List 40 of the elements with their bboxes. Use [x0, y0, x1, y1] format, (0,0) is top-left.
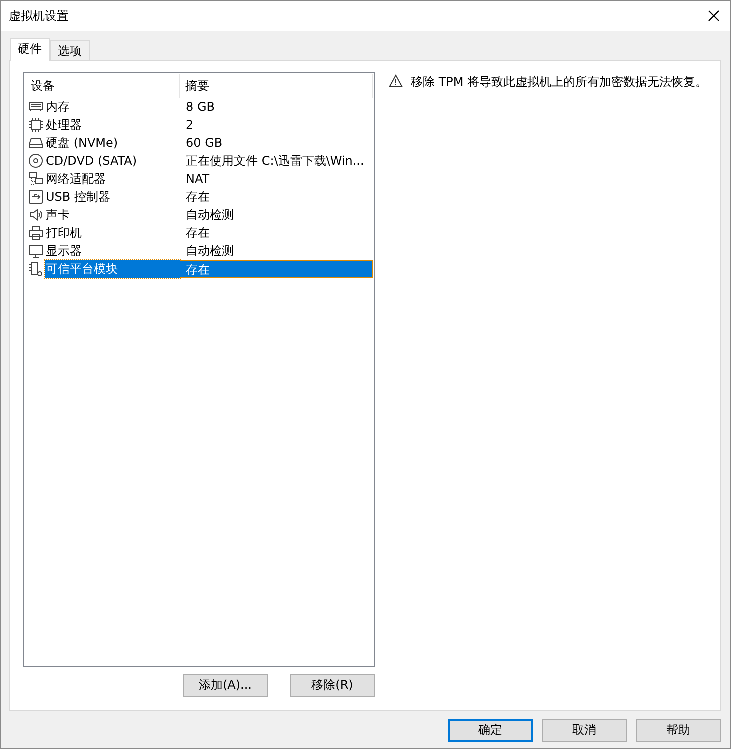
tab[interactable]: 选项: [50, 40, 90, 60]
window-title: 虚拟机设置: [9, 8, 69, 24]
device-name[interactable]: 打印机: [45, 224, 83, 242]
monitor-icon: [28, 243, 44, 259]
device-summary[interactable]: 存在: [180, 260, 373, 278]
dialog-button[interactable]: 取消: [542, 719, 627, 742]
dialog-button[interactable]: 确定: [448, 719, 533, 742]
device-name[interactable]: CD/DVD (SATA): [45, 152, 138, 170]
network-icon: [28, 171, 44, 187]
list-button[interactable]: 移除(R): [290, 674, 375, 697]
chip-icon: [28, 117, 44, 133]
device-summary[interactable]: 存在: [180, 224, 373, 242]
device-name[interactable]: 显示器: [45, 242, 83, 260]
device-name[interactable]: USB 控制器: [45, 188, 112, 206]
list-button[interactable]: 添加(A)...: [183, 674, 268, 697]
device-name[interactable]: 网络适配器: [45, 170, 107, 188]
warning-icon: [389, 74, 403, 88]
device-summary[interactable]: 8 GB: [180, 98, 373, 116]
device-summary[interactable]: NAT: [180, 170, 373, 188]
device-name[interactable]: 可信平台模块: [45, 260, 180, 278]
speaker-icon: [28, 207, 44, 223]
column-header[interactable]: 设备: [25, 74, 180, 98]
device-summary[interactable]: 2: [180, 116, 373, 134]
device-name[interactable]: 声卡: [45, 206, 71, 224]
printer-icon: [28, 225, 44, 241]
device-summary[interactable]: 自动检测: [180, 206, 373, 224]
device-name[interactable]: 内存: [45, 98, 71, 116]
device-name[interactable]: 处理器: [45, 116, 83, 134]
device-summary[interactable]: 正在使用文件 C:\迅雷下载\Win...: [180, 152, 373, 170]
column-header[interactable]: 摘要: [180, 74, 373, 98]
device-summary[interactable]: 60 GB: [180, 134, 373, 152]
disc-icon: [28, 153, 44, 169]
device-name[interactable]: 硬盘 (NVMe): [45, 134, 120, 152]
warning-text: 移除 TPM 将导致此虚拟机上的所有加密数据无法恢复。: [411, 74, 708, 91]
usb-icon: [28, 189, 44, 205]
dialog-button[interactable]: 帮助: [636, 719, 721, 742]
chip-key-icon: [28, 261, 44, 277]
device-summary[interactable]: 自动检测: [180, 242, 373, 260]
device-summary[interactable]: 存在: [180, 188, 373, 206]
tab[interactable]: 硬件: [10, 38, 50, 61]
